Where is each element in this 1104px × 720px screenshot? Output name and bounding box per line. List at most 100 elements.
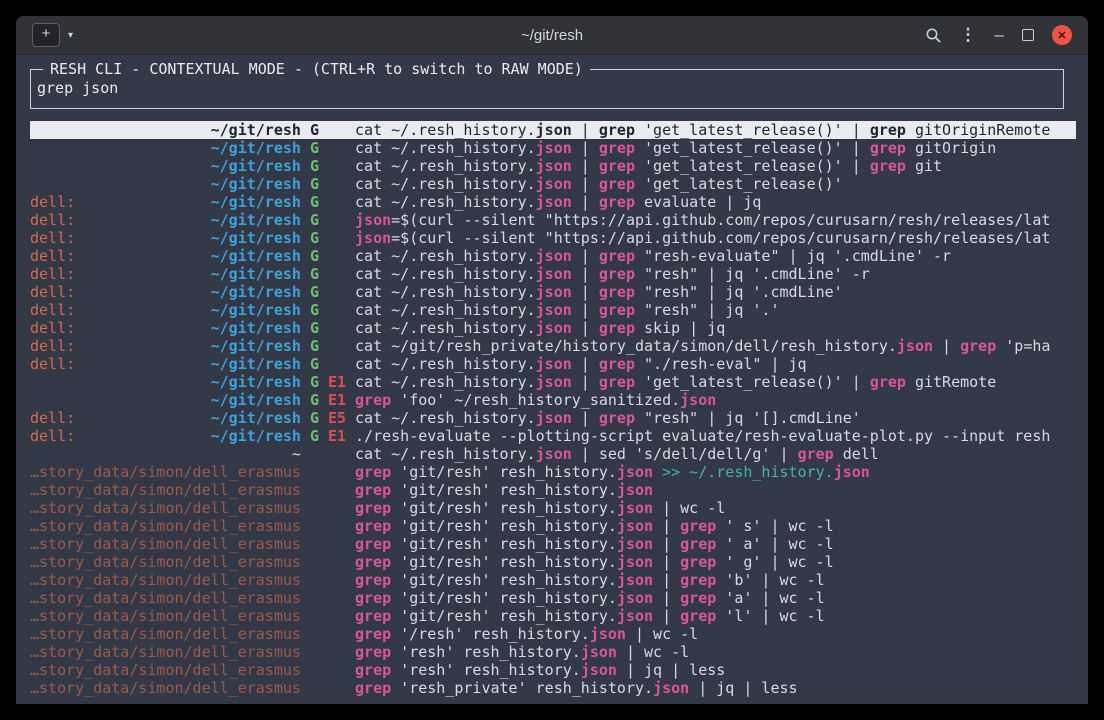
command-segment: '/resh' resh_history.	[391, 625, 590, 643]
row-location: ~/git/resh	[30, 121, 301, 139]
history-row[interactable]: dell:~/git/reshGcat ~/.resh_history.json…	[30, 301, 1076, 319]
row-location: …story_data/simon/dell_erasmus	[30, 607, 301, 625]
history-row[interactable]: …story_data/simon/dell_erasmusgrep 'git/…	[30, 571, 1076, 589]
history-row[interactable]: ~/git/reshGcat ~/.resh_history.json | gr…	[30, 157, 1076, 175]
history-row[interactable]: …story_data/simon/dell_erasmusgrep 'git/…	[30, 553, 1076, 571]
new-tab-button[interactable]: +	[32, 23, 60, 47]
command-segment: grep	[680, 553, 716, 571]
command-segment: |	[933, 337, 960, 355]
row-command: grep 'git/resh' resh_history.json | wc -…	[355, 499, 725, 517]
search-icon	[925, 27, 942, 44]
command-segment: grep	[599, 139, 635, 157]
exit-code-flag	[328, 517, 346, 535]
command-segment: grep	[870, 121, 906, 139]
exit-code-flag	[328, 589, 346, 607]
command-segment: json	[536, 373, 572, 391]
history-row[interactable]: dell:~/git/reshGcat ~/.resh_history.json…	[30, 265, 1076, 283]
exit-code-flag	[328, 661, 346, 679]
git-flag: G	[310, 247, 319, 265]
row-location: ~	[30, 445, 301, 463]
exit-code-flag	[328, 643, 346, 661]
row-directory: …story_data/simon/dell_erasmus	[30, 463, 301, 481]
row-location: …story_data/simon/dell_erasmus	[30, 661, 301, 679]
history-row[interactable]: dell:~/git/reshGcat ~/.resh_history.json…	[30, 247, 1076, 265]
command-segment: json	[536, 265, 572, 283]
command-segment: cat ~/.resh_history.	[355, 193, 536, 211]
history-row[interactable]: …story_data/simon/dell_erasmusgrep 'git/…	[30, 463, 1076, 481]
history-row[interactable]: dell:~/git/reshGjson=$(curl --silent "ht…	[30, 229, 1076, 247]
row-command: cat ~/.resh_history.json | grep "resh" |…	[355, 283, 843, 301]
row-directory: ~/git/resh	[211, 427, 301, 445]
command-segment: 'get_latest_release()' |	[635, 121, 870, 139]
row-directory: ~/git/resh	[211, 265, 301, 283]
plus-icon: +	[42, 25, 51, 42]
row-host: dell:	[30, 319, 75, 337]
terminal-screen[interactable]: RESH CLI - CONTEXTUAL MODE - (CTRL+R to …	[16, 55, 1088, 704]
command-segment: json	[617, 481, 653, 499]
history-row[interactable]: …story_data/simon/dell_erasmusgrep 'git/…	[30, 535, 1076, 553]
row-command: cat ~/git/resh_private/history_data/simo…	[355, 337, 1050, 355]
history-row[interactable]: …story_data/simon/dell_erasmusgrep 'resh…	[30, 643, 1076, 661]
history-row[interactable]: ~cat ~/.resh_history.json | sed 's/dell/…	[30, 445, 1076, 463]
search-query-input[interactable]: grep json	[37, 79, 1055, 97]
history-row[interactable]: ~/git/reshGcat ~/.resh_history.json | gr…	[30, 175, 1076, 193]
command-segment: |	[572, 409, 599, 427]
command-segment: grep	[355, 517, 391, 535]
tab-list-dropdown-button[interactable]: ▾	[66, 26, 75, 45]
history-row[interactable]: ~/git/reshGE1cat ~/.resh_history.json | …	[30, 373, 1076, 391]
command-segment: json	[536, 157, 572, 175]
search-button[interactable]	[925, 27, 942, 44]
history-row[interactable]: dell:~/git/reshGcat ~/.resh_history.json…	[30, 319, 1076, 337]
row-directory: …story_data/simon/dell_erasmus	[30, 571, 301, 589]
history-row[interactable]: …story_data/simon/dell_erasmusgrep 'git/…	[30, 517, 1076, 535]
history-row[interactable]: …story_data/simon/dell_erasmusgrep 'git/…	[30, 589, 1076, 607]
exit-code-flag	[328, 499, 346, 517]
command-segment: grep	[599, 301, 635, 319]
history-row[interactable]: dell:~/git/reshGcat ~/.resh_history.json…	[30, 193, 1076, 211]
command-segment: grep	[870, 373, 906, 391]
row-location: …story_data/simon/dell_erasmus	[30, 679, 301, 697]
history-row[interactable]: …story_data/simon/dell_erasmus grep 'git/…	[30, 499, 1076, 517]
command-segment: grep	[599, 355, 635, 373]
command-segment: cat ~/.resh_history.	[355, 373, 536, 391]
row-host: dell:	[30, 247, 75, 265]
command-segment: grep	[355, 571, 391, 589]
command-segment: grep	[870, 157, 906, 175]
row-host: dell:	[30, 229, 75, 247]
exit-code-flag	[328, 535, 346, 553]
history-row[interactable]: dell:~/git/reshGcat ~/.resh_history.json…	[30, 283, 1076, 301]
row-location: …story_data/simon/dell_erasmus	[30, 499, 301, 517]
row-directory: …story_data/simon/dell_erasmus	[30, 553, 301, 571]
history-row[interactable]: dell:~/git/reshGjson=$(curl --silent "ht…	[30, 211, 1076, 229]
command-segment: 'get_latest_release()' |	[635, 373, 870, 391]
git-flag: G	[310, 193, 319, 211]
command-segment: 'get_latest_release()'	[635, 175, 843, 193]
command-segment: grep	[355, 499, 391, 517]
command-segment: |	[572, 247, 599, 265]
command-segment: ' a' | wc -l	[716, 535, 833, 553]
history-row[interactable]: dell:~/git/reshGE5cat ~/.resh_history.js…	[30, 409, 1076, 427]
history-row[interactable]: ~/git/reshGcat ~/.resh_history.json | gr…	[30, 139, 1076, 157]
command-segment: gitOriginRemote	[906, 121, 1051, 139]
history-row[interactable]: ~/git/reshGE1grep 'foo' ~/resh_history_s…	[30, 391, 1076, 409]
command-segment: cat ~/.resh_history.	[355, 301, 536, 319]
command-segment: |	[572, 139, 599, 157]
git-flag	[310, 553, 319, 571]
history-row[interactable]: …story_data/simon/dell_erasmusgrep 'git/…	[30, 607, 1076, 625]
command-segment: json	[355, 229, 391, 247]
row-location: dell:~/git/resh	[30, 427, 301, 445]
history-row[interactable]: ~/git/reshGcat ~/.resh_history.json | gr…	[30, 121, 1076, 139]
minimize-button[interactable]: –	[995, 30, 1004, 40]
history-row[interactable]: …story_data/simon/dell_erasmusgrep 'git/…	[30, 481, 1076, 499]
history-row[interactable]: …story_data/simon/dell_erasmusgrep 'resh…	[30, 661, 1076, 679]
history-row[interactable]: dell:~/git/reshGcat ~/git/resh_private/h…	[30, 337, 1076, 355]
history-row[interactable]: …story_data/simon/dell_erasmusgrep '/res…	[30, 625, 1076, 643]
history-row[interactable]: dell:~/git/reshGE1./resh-evaluate --plot…	[30, 427, 1076, 445]
history-row[interactable]: dell:~/git/reshGcat ~/.resh_history.json…	[30, 355, 1076, 373]
restore-button[interactable]	[1022, 29, 1034, 41]
command-segment: grep	[599, 409, 635, 427]
close-button[interactable]: ✕	[1052, 25, 1072, 45]
history-row[interactable]: …story_data/simon/dell_erasmusgrep 'resh…	[30, 679, 1076, 697]
close-icon: ✕	[1052, 25, 1072, 45]
menu-button[interactable]: ⋮	[960, 25, 977, 45]
